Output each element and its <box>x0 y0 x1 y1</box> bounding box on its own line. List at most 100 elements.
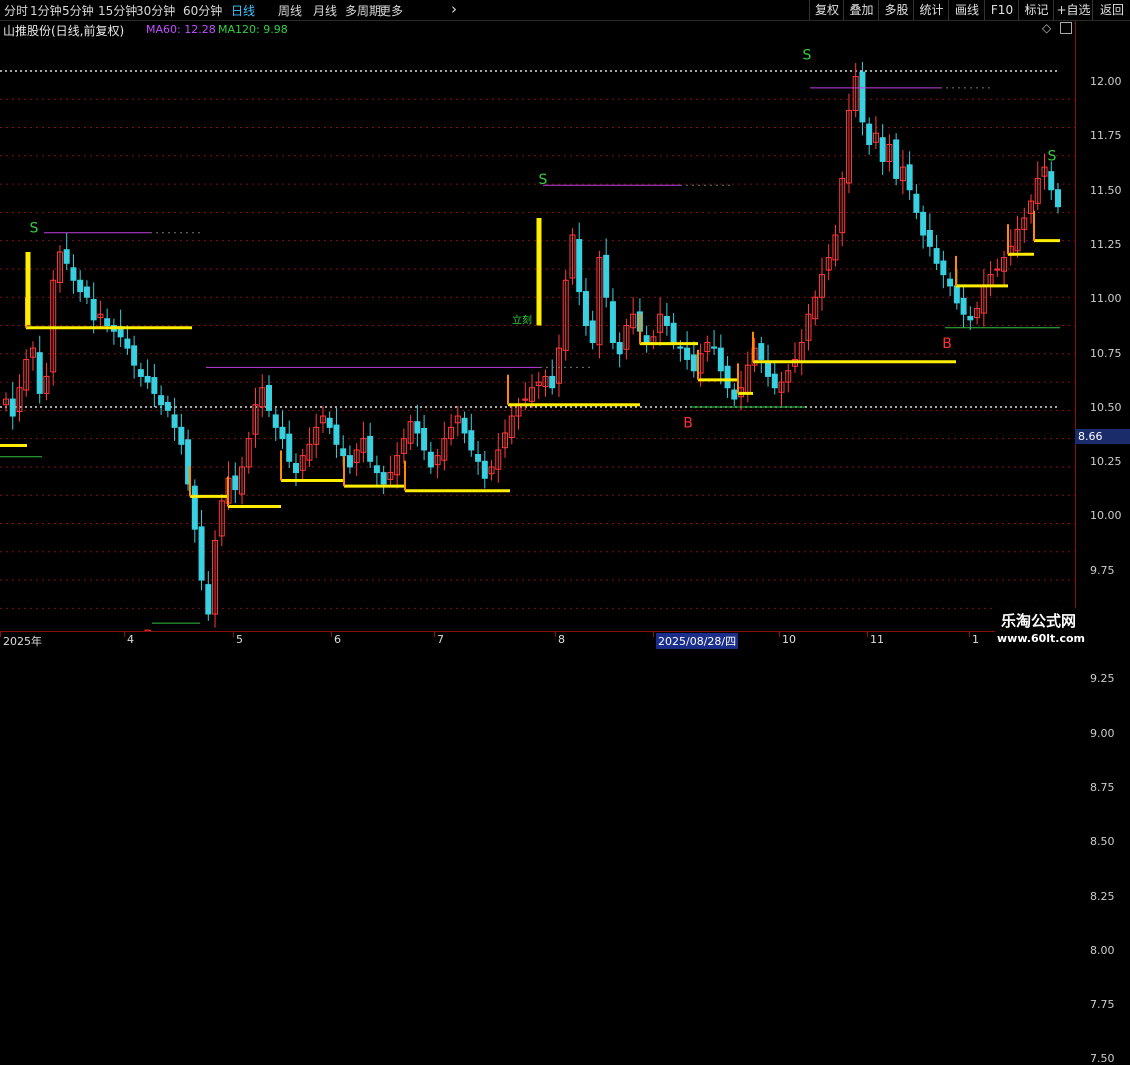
diamond-icon[interactable]: ◇ <box>1042 21 1051 35</box>
sell-marker: S <box>1048 148 1057 164</box>
toolbar-btn-8[interactable]: 返回 <box>1092 0 1130 20</box>
toolbar-btn-0[interactable]: 复权 <box>809 0 844 20</box>
candle-body <box>724 365 731 389</box>
candle-body <box>232 475 239 491</box>
date-tick-label: 2025年 <box>3 635 42 648</box>
price-tick-label: 11.25 <box>1090 237 1122 251</box>
candle-body <box>292 463 299 474</box>
candle-body <box>940 260 947 276</box>
price-tick-label: 10.25 <box>1090 455 1122 469</box>
candle-body <box>765 361 772 377</box>
candle-body <box>468 430 475 451</box>
settings-icon[interactable] <box>1060 22 1072 34</box>
price-tick-label: 10.75 <box>1090 346 1122 360</box>
price-tick-label: 11.75 <box>1090 129 1122 143</box>
candle-body <box>326 417 333 428</box>
price-chart[interactable]: BBBSSSS立刻 <box>0 37 1075 631</box>
toolbar-btn-6[interactable]: 标记 <box>1018 0 1054 20</box>
candle-body <box>690 354 697 372</box>
candle-body <box>373 465 380 474</box>
price-tick-label: 12.00 <box>1090 75 1122 88</box>
candle-body <box>421 427 428 451</box>
candle-body <box>427 451 434 468</box>
price-tick-label: 10.50 <box>1090 400 1122 414</box>
candle-body <box>549 375 556 389</box>
date-tick-label: 8 <box>558 633 565 646</box>
toolbar-btn-2[interactable]: 多股 <box>878 0 914 20</box>
ma120-value: MA120: 9.98 <box>218 23 288 36</box>
candle-body <box>131 345 138 366</box>
candle-body <box>670 322 677 343</box>
period-tab-2[interactable]: 5分钟 <box>62 2 94 19</box>
date-tick-label: 11 <box>870 633 884 646</box>
toolbar-btn-4[interactable]: 画线 <box>948 0 985 20</box>
candle-body <box>144 375 151 383</box>
date-tick-label: 4 <box>127 633 134 646</box>
date-tick-label: 6 <box>334 633 341 646</box>
period-tab-7[interactable]: 周线 <box>278 2 302 19</box>
price-tick-label: 8.00 <box>1090 943 1115 957</box>
candle-body <box>164 401 171 411</box>
toolbar-btn-7[interactable]: +自选 <box>1053 0 1093 20</box>
candle-body <box>731 389 738 400</box>
period-tab-6[interactable]: 日线 <box>231 2 255 19</box>
watermark-title: 乐淘公式网 <box>1001 612 1077 630</box>
candle-body <box>205 584 212 615</box>
chart-info-bar: 山推股份(日线,前复权) MA60: 12.28 MA120: 9.98 ◇ <box>0 21 1075 38</box>
candle-body <box>104 318 111 327</box>
candle-body <box>933 248 940 264</box>
candle-body <box>1048 171 1055 191</box>
candle-body <box>286 433 293 462</box>
candle-body <box>137 369 144 377</box>
candle-body <box>266 384 272 411</box>
candle-body <box>589 320 596 343</box>
price-tick-label: 9.25 <box>1090 672 1115 686</box>
period-tab-8[interactable]: 月线 <box>313 2 337 19</box>
buy-marker: B <box>683 415 693 431</box>
period-tab-10[interactable]: 更多 <box>379 2 403 19</box>
candle-body <box>124 338 131 349</box>
signal-annotation: 立刻 <box>512 313 532 326</box>
date-tick-label: 5 <box>236 633 243 646</box>
candle-body <box>340 448 347 457</box>
watermark-url: www.60lt.com <box>997 632 1086 645</box>
candle-body <box>960 297 967 315</box>
candle-body <box>906 164 913 191</box>
period-tab-4[interactable]: 30分钟 <box>136 2 175 19</box>
period-tab-5[interactable]: 60分钟 <box>183 2 222 19</box>
period-tab-1[interactable]: 1分钟 <box>30 2 62 19</box>
candle-body <box>272 414 279 428</box>
toolbar-btn-1[interactable]: 叠加 <box>843 0 879 20</box>
candle-body <box>461 417 468 434</box>
sell-marker: S <box>539 172 548 188</box>
price-tick-label: 9.00 <box>1090 726 1115 740</box>
candle-body <box>333 424 340 445</box>
candle-body <box>1055 189 1061 208</box>
toolbar-btn-3[interactable]: 统计 <box>913 0 949 20</box>
candle-body <box>198 526 205 581</box>
candle-body <box>9 398 16 417</box>
candle-body <box>77 279 84 293</box>
candle-body <box>953 285 960 304</box>
candle-body <box>83 286 90 298</box>
period-tab-9[interactable]: 多周期 <box>345 2 381 19</box>
chevron-right-icon[interactable]: › <box>451 0 457 18</box>
period-tab-3[interactable]: 15分钟 <box>98 2 137 19</box>
price-axis: 12.00 11.75 11.50 11.25 11.00 10.75 10.50 10.25… <box>1075 21 1130 1065</box>
candle-body <box>151 377 158 394</box>
price-tick-label: 7.75 <box>1090 998 1115 1012</box>
candle-body <box>947 278 954 287</box>
period-tab-0[interactable]: 分时 <box>4 2 28 19</box>
candle-body <box>346 455 353 468</box>
candle-body <box>414 421 421 434</box>
sell-marker: S <box>30 221 39 237</box>
price-tick-label: 10.00 <box>1090 509 1122 523</box>
candle-body <box>771 373 778 389</box>
price-tick-label: 7.50 <box>1090 1052 1115 1065</box>
date-tick-label: 7 <box>437 633 444 646</box>
price-tick-label: 11.50 <box>1090 183 1122 197</box>
ma60-value: MA60: 12.28 <box>146 23 216 36</box>
toolbar-btn-5[interactable]: F10 <box>984 0 1019 20</box>
candle-body <box>191 485 198 530</box>
candle-body <box>481 460 488 479</box>
